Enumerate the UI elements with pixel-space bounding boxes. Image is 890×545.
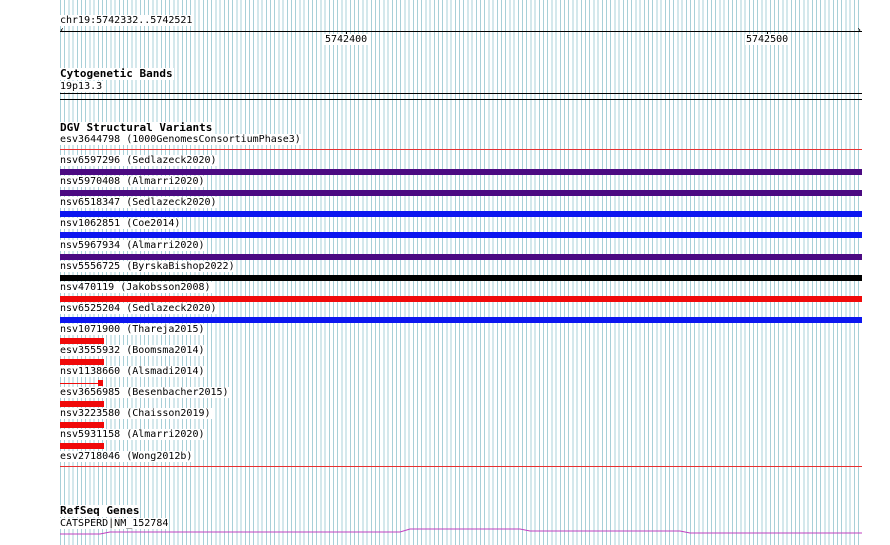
variant-label[interactable]: nsv1071900 (Thareja2015) bbox=[59, 324, 206, 335]
ruler-tick-label: 5742500 bbox=[745, 34, 790, 45]
variant-feature[interactable] bbox=[60, 466, 862, 467]
ruler-axis bbox=[60, 31, 862, 32]
variant-feature[interactable] bbox=[60, 275, 862, 281]
variant-label[interactable]: nsv470119 (Jakobsson2008) bbox=[59, 282, 212, 293]
dgv-track-title[interactable]: DGV Structural Variants bbox=[59, 122, 214, 134]
variant-feature[interactable] bbox=[60, 149, 862, 150]
ruler-tick-label: 5742400 bbox=[324, 34, 369, 45]
variant-label[interactable]: nsv3223580 (Chaisson2019) bbox=[59, 408, 212, 419]
variant-label[interactable]: nsv6525204 (Sedlazeck2020) bbox=[59, 303, 218, 314]
variant-feature[interactable] bbox=[60, 317, 862, 323]
variant-feature-block[interactable] bbox=[98, 380, 103, 386]
variant-feature[interactable] bbox=[60, 359, 104, 365]
variant-label[interactable]: nsv5967934 (Almarri2020) bbox=[59, 240, 206, 251]
refseq-gene-feature[interactable] bbox=[60, 525, 862, 539]
variant-feature[interactable] bbox=[60, 422, 104, 428]
variant-label[interactable]: nsv1062851 (Coe2014) bbox=[59, 218, 182, 229]
ruler-right-arrow-icon: › bbox=[856, 25, 863, 36]
variant-feature[interactable] bbox=[60, 211, 862, 217]
variant-label[interactable]: esv2718046 (Wong2012b) bbox=[59, 451, 194, 462]
variant-feature[interactable] bbox=[60, 401, 104, 407]
ruler-left-arrow-icon: ‹ bbox=[59, 25, 66, 36]
variant-feature[interactable] bbox=[60, 169, 862, 175]
cytoband-label: 19p13.3 bbox=[59, 81, 104, 92]
refseq-gene-line bbox=[60, 528, 862, 535]
ruler-position-label: chr19:5742332..5742521 bbox=[59, 15, 194, 26]
variant-feature[interactable] bbox=[60, 296, 862, 302]
cytoband-line-top bbox=[60, 93, 862, 94]
variant-feature[interactable] bbox=[60, 383, 98, 384]
variant-label[interactable]: esv3555932 (Boomsma2014) bbox=[59, 345, 206, 356]
variant-label[interactable]: nsv5970408 (Almarri2020) bbox=[59, 176, 206, 187]
variant-label[interactable]: nsv6518347 (Sedlazeck2020) bbox=[59, 197, 218, 208]
variant-label[interactable]: esv3644798 (1000GenomesConsortiumPhase3) bbox=[59, 134, 302, 145]
variant-feature[interactable] bbox=[60, 338, 104, 344]
variant-feature[interactable] bbox=[60, 190, 862, 196]
refseq-track-title[interactable]: RefSeq Genes bbox=[59, 505, 141, 517]
variant-label[interactable]: esv3656985 (Besenbacher2015) bbox=[59, 387, 230, 398]
cytoband-line-bottom bbox=[60, 99, 862, 100]
variant-label[interactable]: nsv1138660 (Alsmadi2014) bbox=[59, 366, 206, 377]
background-grid bbox=[60, 0, 862, 545]
variant-label[interactable]: nsv5931158 (Almarri2020) bbox=[59, 429, 206, 440]
cytoband-track-title[interactable]: Cytogenetic Bands bbox=[59, 68, 174, 80]
variant-feature[interactable] bbox=[60, 232, 862, 238]
variant-feature[interactable] bbox=[60, 443, 104, 449]
variant-feature[interactable] bbox=[60, 254, 862, 260]
variant-label[interactable]: nsv6597296 (Sedlazeck2020) bbox=[59, 155, 218, 166]
variant-label[interactable]: nsv5556725 (ByrskaBishop2022) bbox=[59, 261, 236, 272]
